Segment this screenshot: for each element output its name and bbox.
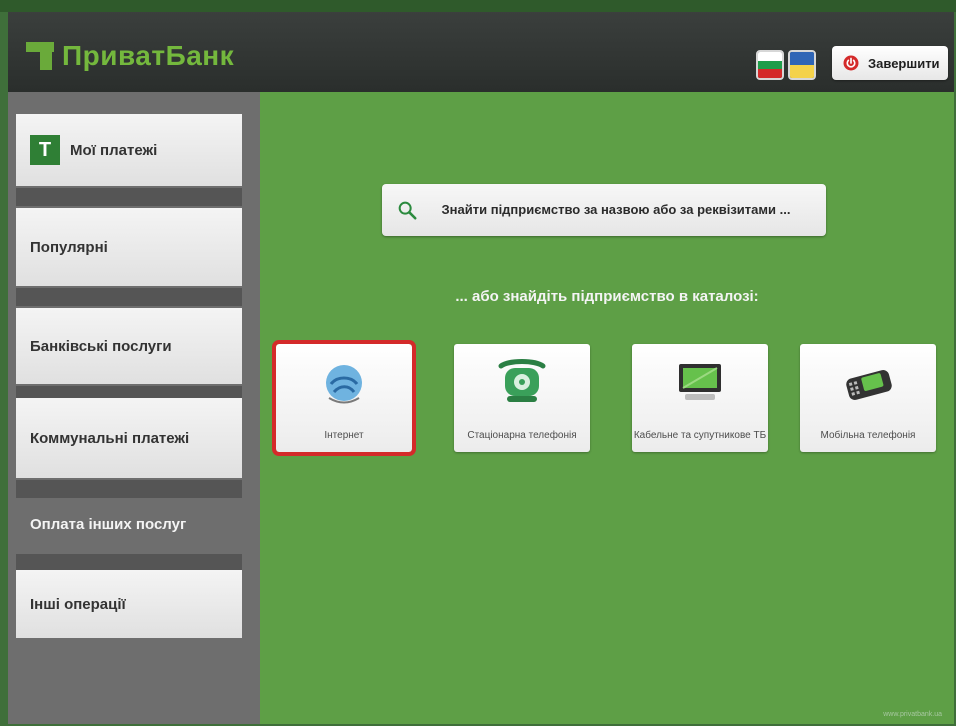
sidebar-item-my-payments[interactable]: T Мої платежі bbox=[16, 114, 242, 186]
search-button[interactable]: Знайти підприємство за назвою або за рек… bbox=[382, 184, 826, 236]
flag-stripe-white-icon bbox=[758, 52, 782, 61]
sidebar: T Мої платежі Популярні Банківські послу… bbox=[8, 92, 260, 724]
category-label: Мобільна телефонія bbox=[820, 430, 916, 441]
catalog-subtitle: ... або знайдіть підприємство в каталозі… bbox=[455, 288, 759, 305]
sidebar-item-other-operations[interactable]: Інші операції bbox=[16, 570, 242, 638]
category-landline[interactable]: Стаціонарна телефонія bbox=[454, 344, 590, 452]
brand-logo: ПриватБанк bbox=[26, 40, 234, 72]
telephone-icon bbox=[498, 359, 546, 402]
flag-stripe-blue-icon bbox=[790, 52, 814, 65]
search-text: Знайти підприємство за назвою або за рек… bbox=[441, 202, 791, 217]
category-label: Кабельне та супутникове ТБ bbox=[633, 430, 767, 441]
sidebar-item-label: Популярні bbox=[30, 238, 108, 256]
language-button-bulgarian[interactable] bbox=[756, 50, 784, 80]
mobile-phone-icon bbox=[846, 370, 892, 400]
tv-icon bbox=[679, 364, 721, 400]
sidebar-item-label: Інші операції bbox=[30, 595, 126, 613]
category-cable-satellite-tv[interactable]: Кабельне та супутникове ТБ bbox=[632, 344, 768, 452]
finish-label: Завершити bbox=[868, 55, 940, 71]
flag-stripe-red-icon bbox=[758, 69, 782, 78]
sidebar-item-label: Коммунальні платежі bbox=[30, 429, 190, 447]
finish-button[interactable]: Завершити bbox=[832, 46, 948, 80]
top-bar: ПриватБанк Завершити bbox=[8, 12, 954, 92]
language-button-ukrainian[interactable] bbox=[788, 50, 816, 80]
sidebar-item-communal-payments[interactable]: Коммунальні платежі bbox=[16, 398, 242, 478]
logo-mark-icon bbox=[26, 42, 54, 70]
atm-screen: ПриватБанк Завершити T Мої платежі Попул… bbox=[8, 12, 954, 724]
bezel-top bbox=[0, 0, 956, 12]
globe-icon bbox=[326, 365, 362, 404]
sidebar-item-popular[interactable]: Популярні bbox=[16, 208, 242, 286]
category-label: Стаціонарна телефонія bbox=[467, 430, 577, 441]
sidebar-item-bank-services[interactable]: Банківські послуги bbox=[16, 308, 242, 384]
main-panel: Знайти підприємство за назвою або за рек… bbox=[260, 92, 954, 724]
terminal-icon: T bbox=[30, 135, 60, 165]
category-internet[interactable]: Інтернет bbox=[272, 340, 416, 456]
power-icon bbox=[843, 55, 859, 71]
category-mobile[interactable]: Мобільна телефонія bbox=[800, 344, 936, 452]
footer-url: www.privatbank.ua bbox=[883, 711, 942, 718]
sidebar-item-other-services[interactable]: Оплата інших послуг bbox=[16, 496, 242, 552]
search-icon bbox=[398, 201, 417, 220]
sidebar-item-label: Оплата інших послуг bbox=[30, 515, 187, 533]
flag-stripe-green-icon bbox=[758, 60, 782, 70]
logo-text: ПриватБанк bbox=[62, 40, 235, 71]
flag-stripe-yellow-icon bbox=[790, 65, 814, 78]
sidebar-divider bbox=[16, 188, 242, 206]
sidebar-item-label: Банківські послуги bbox=[30, 337, 172, 355]
sidebar-item-label: Мої платежі bbox=[70, 141, 158, 159]
category-label: Інтернет bbox=[324, 430, 364, 441]
sidebar-divider bbox=[16, 288, 242, 306]
